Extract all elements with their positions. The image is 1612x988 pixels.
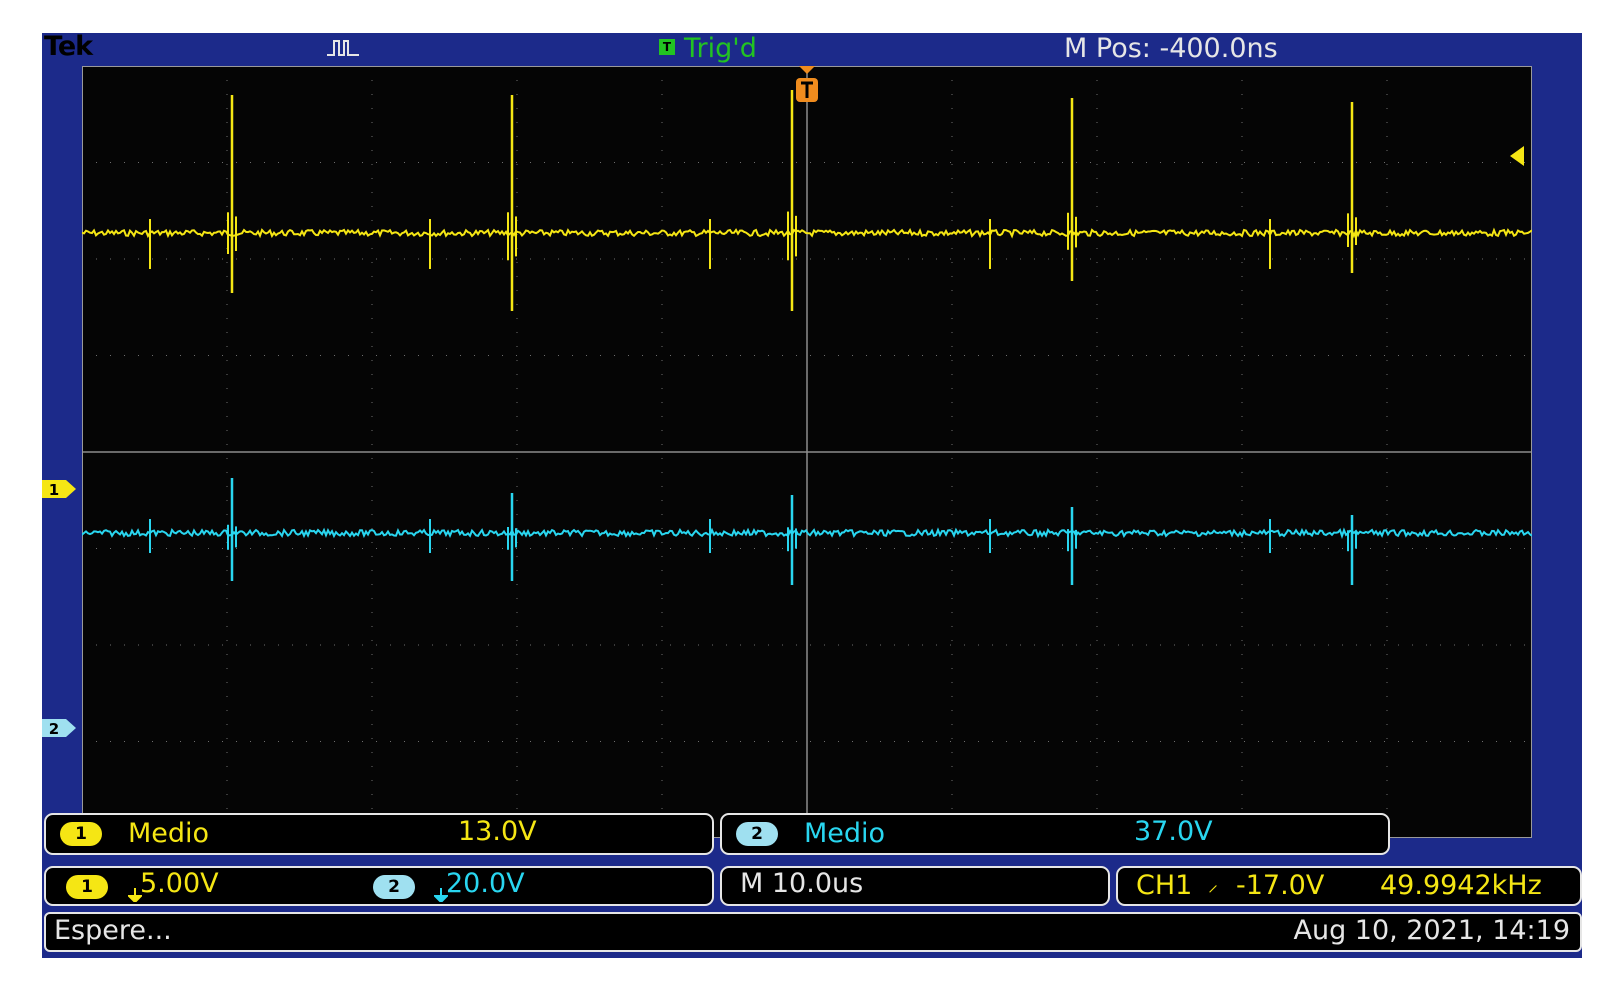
- svg-text:1: 1: [49, 481, 59, 499]
- timebase-panel[interactable]: M 10.0us: [720, 866, 1110, 906]
- waveform-canvas: [82, 66, 1532, 838]
- trigger-position-arrow-icon: [799, 66, 815, 74]
- status-datetime: Aug 10, 2021, 14:19: [1293, 915, 1570, 946]
- horizontal-position: M Pos: -400.0ns: [1064, 33, 1278, 64]
- trigger-badge: T: [659, 39, 675, 55]
- waveform-display: [82, 66, 1532, 838]
- ch2-ground-marker-icon: 2: [42, 719, 76, 738]
- pulse-icon: [327, 40, 359, 56]
- svg-text:2: 2: [49, 720, 59, 738]
- brand-logo: Tek: [44, 31, 93, 62]
- ch2-measurement-value: 37.0V: [1134, 816, 1213, 847]
- trigger-frequency: 49.9942kHz: [1380, 870, 1542, 901]
- ch1-badge: 1: [60, 822, 102, 846]
- ch2-scale: 20.0V: [446, 868, 525, 899]
- status-line: Espere... Aug 10, 2021, 14:19: [44, 912, 1582, 952]
- timebase: M 10.0us: [740, 868, 864, 899]
- trigger-state: Trig'd: [684, 33, 757, 64]
- ch2-measurement-label: Medio: [804, 818, 886, 849]
- ch1-scale: 5.00V: [140, 868, 219, 899]
- ch1-scale-badge: 1: [66, 875, 108, 899]
- trigger-slope-icon: ⸝: [1208, 872, 1218, 896]
- status-message: Espere...: [54, 915, 172, 946]
- ch2-scale-badge: 2: [373, 875, 415, 899]
- ch2-badge: 2: [736, 822, 778, 846]
- trigger-source: CH1: [1136, 870, 1193, 901]
- trigger-panel[interactable]: CH1 ⸝ -17.0V 49.9942kHz: [1116, 866, 1582, 906]
- trigger-level: -17.0V: [1236, 870, 1325, 901]
- ch1-measurement-label: Medio: [128, 818, 210, 849]
- trigger-level-arrow-icon: [1510, 146, 1524, 166]
- ch1-measurement-value: 13.0V: [458, 816, 537, 847]
- ch2-measurement[interactable]: 2 Medio 37.0V: [720, 813, 1390, 855]
- status-header: Tek T Trig'd M Pos: -400.0ns: [42, 31, 1582, 67]
- ch1-measurement[interactable]: 1 Medio 13.0V: [44, 813, 714, 855]
- ch1-ground-marker-icon: 1: [42, 480, 76, 499]
- vertical-scale-panel[interactable]: 1 5.00V 2 20.0V: [44, 866, 714, 906]
